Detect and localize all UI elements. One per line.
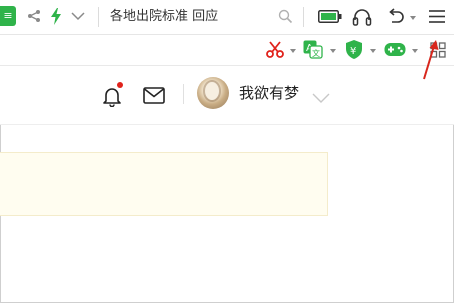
shield-dropdown-caret[interactable] bbox=[370, 49, 376, 53]
svg-text:¥: ¥ bbox=[350, 46, 356, 57]
chevron-down-icon[interactable] bbox=[71, 11, 85, 21]
site-header: 我欲有梦 bbox=[0, 66, 454, 125]
scissors-dropdown-caret[interactable] bbox=[290, 49, 296, 53]
toolbar-divider bbox=[98, 7, 99, 27]
page-title[interactable]: 各地出院标准 回应 bbox=[110, 7, 218, 27]
toolbar-divider bbox=[303, 7, 304, 27]
bell-icon[interactable] bbox=[101, 85, 123, 107]
battery-icon[interactable] bbox=[318, 10, 342, 23]
annotation-arrow-icon bbox=[423, 40, 439, 80]
gamepad-icon[interactable] bbox=[384, 42, 406, 57]
undo-dropdown-caret[interactable] bbox=[410, 16, 416, 20]
notification-dot bbox=[117, 82, 123, 88]
header-divider bbox=[183, 84, 184, 104]
shield-yuan-icon[interactable]: ¥ bbox=[345, 39, 363, 60]
translate-icon[interactable]: A 文 bbox=[303, 40, 323, 59]
username[interactable]: 我欲有梦 bbox=[239, 82, 299, 104]
chevron-down-icon[interactable] bbox=[312, 92, 330, 104]
undo-icon[interactable] bbox=[386, 8, 406, 25]
avatar[interactable] bbox=[197, 77, 229, 109]
menu-icon[interactable] bbox=[428, 9, 446, 24]
search-icon[interactable] bbox=[278, 9, 293, 24]
browser-toolbar: ≡ 各地出院标准 回应 bbox=[0, 0, 454, 35]
headphones-icon[interactable] bbox=[352, 7, 372, 26]
mail-icon[interactable] bbox=[143, 87, 165, 104]
translate-dropdown-caret[interactable] bbox=[330, 49, 336, 53]
notice-box bbox=[0, 152, 328, 216]
svg-text:文: 文 bbox=[312, 48, 320, 58]
scissors-icon[interactable] bbox=[266, 41, 284, 58]
share-icon[interactable] bbox=[27, 9, 41, 23]
lightning-icon[interactable] bbox=[50, 8, 62, 25]
extensions-toolbar: A 文 ¥ bbox=[0, 35, 454, 66]
green-tab-marker[interactable]: ≡ bbox=[0, 6, 16, 26]
